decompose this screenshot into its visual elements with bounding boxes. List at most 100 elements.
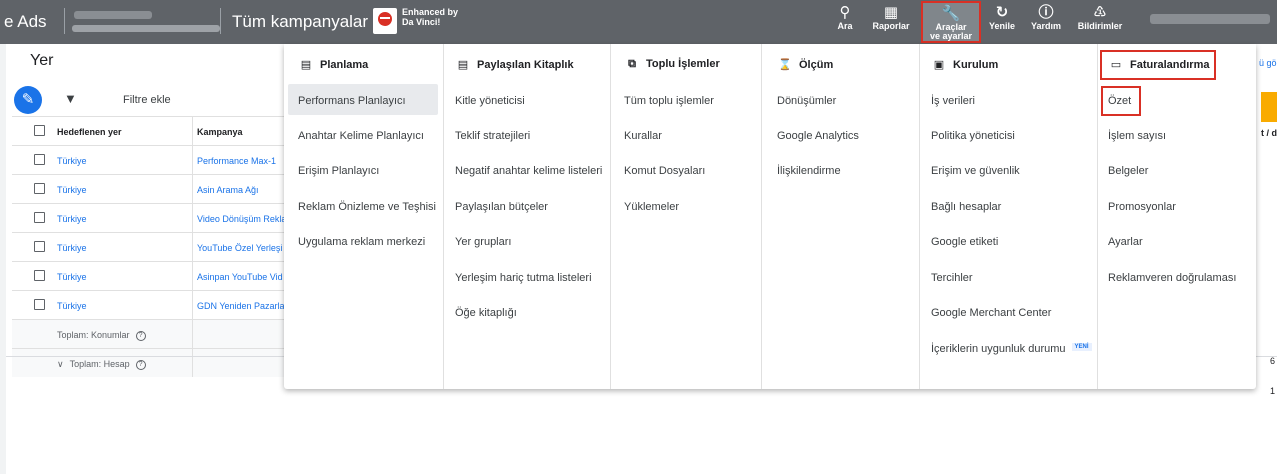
- app-name[interactable]: e Ads: [4, 12, 47, 32]
- menu-item-preferences[interactable]: Tercihler: [931, 272, 973, 284]
- refresh-button[interactable]: ↻ Yenile: [986, 4, 1018, 40]
- total-account-row: ∨ Toplam: Hesap?: [12, 348, 292, 377]
- menu-column-title: ▤ Planlama: [298, 58, 369, 71]
- profile-blurred[interactable]: [1150, 14, 1270, 24]
- top-app-bar: e Ads Tüm kampanyalar Enhanced by Da Vin…: [0, 0, 1277, 44]
- table-row: Türkiye GDN Yeniden Pazarla: [12, 290, 292, 319]
- bar-divider: [220, 8, 221, 34]
- menu-item-settings[interactable]: Ayarlar: [1108, 236, 1143, 248]
- menu-item-rules[interactable]: Kurallar: [624, 130, 662, 142]
- badge-text: Enhanced by Da Vinci!: [402, 7, 459, 27]
- row-checkbox[interactable]: [34, 183, 45, 194]
- row-checkbox[interactable]: [34, 154, 45, 165]
- menu-item-reach-planner[interactable]: Erişim Planlayıcı: [298, 165, 379, 177]
- menu-column-title: ⧉ Toplu İşlemler: [624, 58, 720, 71]
- campaign-link[interactable]: Performance Max-1: [197, 156, 292, 166]
- menu-item-negative-keyword-lists[interactable]: Negatif anahtar kelime listeleri: [455, 165, 602, 177]
- menu-column-bulk-actions: ⧉ Toplu İşlemler Tüm toplu işlemler Kural…: [610, 44, 761, 389]
- menu-item-ad-preview[interactable]: Reklam Önizleme ve Teşhisi: [298, 201, 436, 213]
- refresh-icon: ↻: [995, 4, 1009, 21]
- tools-settings-menu: ▤ Planlama Performans Planlayıcı Anahtar …: [284, 44, 1256, 389]
- row-checkbox[interactable]: [34, 270, 45, 281]
- calendar-icon: ▤: [300, 59, 312, 71]
- select-all-checkbox[interactable]: [34, 125, 45, 136]
- menu-item-access-and-security[interactable]: Erişim ve güvenlik: [931, 165, 1020, 177]
- table-row: Türkiye Asinpan YouTube Vid: [12, 261, 292, 290]
- menu-item-scripts[interactable]: Komut Dosyaları: [624, 165, 705, 177]
- menu-item-content-suitability[interactable]: İçeriklerin uygunluk durumu YENİ: [931, 343, 1092, 355]
- orange-button-peek[interactable]: [1261, 92, 1277, 122]
- menu-column-title: ▤ Paylaşılan Kitaplık: [455, 58, 574, 71]
- menu-item-keyword-planner[interactable]: Anahtar Kelime Planlayıcı: [298, 130, 424, 142]
- campaign-breadcrumb[interactable]: Tüm kampanyalar: [232, 12, 368, 32]
- hourglass-icon: ⌛: [778, 59, 792, 71]
- campaign-link[interactable]: Video Dönüşüm Rekla: [197, 214, 292, 224]
- help-icon[interactable]: ?: [135, 330, 146, 341]
- search-button[interactable]: ⚲ Ara: [832, 4, 858, 40]
- location-link[interactable]: Türkiye: [57, 185, 87, 195]
- location-link[interactable]: Türkiye: [57, 301, 87, 311]
- library-icon: ▤: [457, 59, 469, 71]
- menu-item-app-ad-hub[interactable]: Uygulama reklam merkezi: [298, 236, 425, 248]
- menu-item-google-tag[interactable]: Google etiketi: [931, 236, 998, 248]
- menu-item-location-groups[interactable]: Yer grupları: [455, 236, 511, 248]
- edit-fab-button[interactable]: ✎: [14, 86, 42, 114]
- campaign-link[interactable]: Asin Arama Ağı: [197, 185, 292, 195]
- table-row: Türkiye Performance Max-1: [12, 145, 292, 174]
- menu-item-all-bulk-actions[interactable]: Tüm toplu işlemler: [624, 95, 714, 107]
- locations-table: Hedeflenen yer Kampanya Türkiye Performa…: [12, 116, 292, 377]
- table-header-row: Hedeflenen yer Kampanya: [12, 116, 292, 145]
- search-icon: ⚲: [839, 4, 851, 21]
- location-link[interactable]: Türkiye: [57, 243, 87, 253]
- location-link[interactable]: Türkiye: [57, 272, 87, 282]
- table-row: Türkiye Asin Arama Ağı: [12, 174, 292, 203]
- menu-item-shared-budgets[interactable]: Paylaşılan bütçeler: [455, 201, 548, 213]
- menu-column-title: ▣ Kurulum: [931, 58, 998, 71]
- row-checkbox[interactable]: [34, 299, 45, 310]
- menu-item-transactions[interactable]: İşlem sayısı: [1108, 130, 1166, 142]
- menu-item-google-analytics[interactable]: Google Analytics: [777, 130, 859, 142]
- right-peek-number: 6: [1270, 356, 1276, 366]
- right-peek-column-header: t / d: [1261, 128, 1277, 138]
- da-vinci-logo-icon: [373, 8, 397, 34]
- menu-item-google-merchant-center[interactable]: Google Merchant Center: [931, 307, 1051, 319]
- campaign-link[interactable]: YouTube Özel Yerleşi: [197, 243, 292, 253]
- filter-icon[interactable]: ▼: [64, 91, 77, 106]
- menu-column-title: ⌛ Ölçüm: [778, 59, 834, 71]
- menu-item-documents[interactable]: Belgeler: [1108, 165, 1148, 177]
- menu-item-uploads[interactable]: Yüklemeler: [624, 201, 679, 213]
- help-button[interactable]: ⓘ Yardım: [1029, 4, 1063, 40]
- tools-and-settings-button[interactable]: 🔧 Araçlar ve ayarlar: [921, 1, 981, 43]
- bulk-icon: ⧉: [628, 58, 636, 70]
- highlight-billing-title: [1100, 50, 1216, 80]
- add-filter-link[interactable]: Filtre ekle: [123, 94, 171, 106]
- menu-item-linked-accounts[interactable]: Bağlı hesaplar: [931, 201, 1001, 213]
- menu-item-asset-library[interactable]: Öğe kitaplığı: [455, 307, 517, 319]
- menu-item-conversions[interactable]: Dönüşümler: [777, 95, 836, 107]
- menu-item-promotions[interactable]: Promosyonlar: [1108, 201, 1176, 213]
- pencil-icon: ✎: [21, 91, 35, 108]
- chevron-down-icon[interactable]: ∨: [57, 359, 64, 369]
- menu-item-business-data[interactable]: İş verileri: [931, 95, 975, 107]
- menu-item-attribution[interactable]: İlişkilendirme: [777, 165, 841, 177]
- total-locations-label: Toplam: Konumlar?: [57, 330, 146, 341]
- location-link[interactable]: Türkiye: [57, 214, 87, 224]
- help-icon[interactable]: ?: [135, 359, 146, 370]
- menu-item-bid-strategies[interactable]: Teklif stratejileri: [455, 130, 530, 142]
- menu-item-performance-planner[interactable]: Performans Planlayıcı: [298, 95, 406, 107]
- column-header-campaign[interactable]: Kampanya: [197, 127, 292, 137]
- notifications-button[interactable]: ♳ Bildirimler: [1074, 4, 1126, 40]
- menu-item-policy-manager[interactable]: Politika yöneticisi: [931, 130, 1015, 142]
- menu-item-advertiser-verification[interactable]: Reklamveren doğrulaması: [1108, 272, 1236, 284]
- row-checkbox[interactable]: [34, 212, 45, 223]
- campaign-link[interactable]: Asinpan YouTube Vid: [197, 272, 292, 282]
- reports-button[interactable]: ▦ Raporlar: [872, 4, 910, 40]
- menu-item-placement-exclusion-lists[interactable]: Yerleşim hariç tutma listeleri: [455, 272, 592, 284]
- menu-item-audience-manager[interactable]: Kitle yöneticisi: [455, 95, 525, 107]
- row-checkbox[interactable]: [34, 241, 45, 252]
- column-header-location[interactable]: Hedeflenen yer: [57, 127, 122, 137]
- campaign-link[interactable]: GDN Yeniden Pazarla: [197, 301, 292, 311]
- reports-icon: ▦: [883, 4, 899, 21]
- right-peek-link[interactable]: ü gö: [1259, 58, 1277, 68]
- location-link[interactable]: Türkiye: [57, 156, 87, 166]
